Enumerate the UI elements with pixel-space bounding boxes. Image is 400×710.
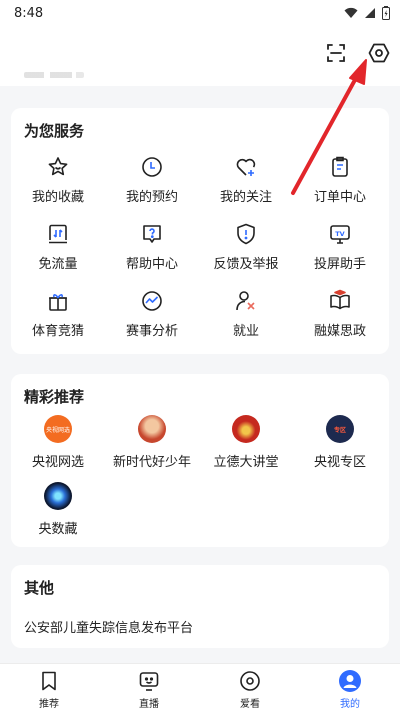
job-icon	[236, 291, 255, 311]
service-orders[interactable]: 订单中心	[293, 155, 387, 205]
cctv-select-logo: 央视网选	[44, 415, 72, 443]
settings-button[interactable]	[366, 40, 392, 66]
service-employment[interactable]: 就业	[199, 289, 293, 339]
rec-cctv-select[interactable]: 央视网选 央视网选	[11, 415, 105, 470]
report-icon	[237, 223, 255, 245]
tab-live[interactable]: 直播	[109, 670, 189, 710]
clipboard-icon	[332, 156, 348, 177]
service-reservations[interactable]: 我的预约	[105, 155, 199, 205]
service-match-analysis[interactable]: 赛事分析	[105, 289, 199, 339]
rec-lide-lecture[interactable]: 立德大讲堂	[199, 415, 293, 470]
analysis-icon	[142, 291, 162, 311]
status-icons	[344, 6, 390, 20]
scan-button[interactable]	[323, 40, 349, 66]
missing-children-link[interactable]: 公安部儿童失踪信息发布平台	[24, 617, 193, 636]
help-icon	[143, 225, 161, 243]
services-title: 为您服务	[24, 122, 85, 140]
book-icon	[330, 289, 350, 310]
service-cast[interactable]: TV 投屏助手	[293, 222, 387, 272]
signal-icon	[365, 8, 375, 18]
recommend-card: 精彩推荐 央视网选 央视网选 新时代好少年 立德大讲堂 专区 央视专区 央数藏	[11, 374, 389, 547]
clock-icon	[142, 157, 162, 177]
tv-cast-icon: TV	[330, 225, 350, 244]
recommend-title: 精彩推荐	[24, 388, 85, 406]
tab-mine[interactable]: 我的	[310, 670, 390, 710]
scrolled-content-remnant	[24, 72, 84, 78]
tab-watch[interactable]: 爱看	[210, 670, 290, 710]
service-help[interactable]: 帮助中心	[105, 222, 199, 272]
data-free-icon	[49, 224, 67, 244]
cctv-zone-logo: 专区	[326, 415, 354, 443]
battery-icon	[382, 6, 390, 20]
user-icon	[339, 670, 361, 692]
rec-good-youth[interactable]: 新时代好少年	[105, 415, 199, 470]
service-data-free[interactable]: 免流量	[11, 222, 105, 272]
live-tv-icon	[139, 672, 159, 691]
lide-lecture-logo	[232, 415, 260, 443]
svg-text:TV: TV	[335, 230, 344, 238]
service-feedback[interactable]: 反馈及举报	[199, 222, 293, 272]
heart-plus-icon	[236, 158, 256, 176]
bottom-tab-bar: 推荐 直播 爱看 我的	[0, 663, 400, 710]
other-card: 其他 公安部儿童失踪信息发布平台	[11, 565, 389, 648]
service-follows[interactable]: 我的关注	[199, 155, 293, 205]
star-icon	[48, 157, 68, 176]
services-card: 为您服务 我的收藏 我的预约 我的关注 订单中心 免流量 帮助中心 反馈及举报 …	[11, 108, 389, 354]
service-civics[interactable]: 融媒思政	[293, 289, 387, 339]
bookmark-icon	[42, 671, 56, 691]
wifi-icon	[344, 7, 358, 18]
service-sports-quiz[interactable]: 体育竞猜	[11, 289, 105, 339]
settings-hexagon-icon	[368, 43, 390, 63]
tab-recommend[interactable]: 推荐	[9, 670, 89, 710]
rec-digital-collection[interactable]: 央数藏	[11, 482, 105, 537]
service-favorites[interactable]: 我的收藏	[11, 155, 105, 205]
status-time: 8:48	[14, 5, 44, 21]
scan-icon	[327, 44, 345, 62]
other-title: 其他	[24, 579, 55, 597]
gift-icon	[49, 294, 67, 311]
rec-cctv-zone[interactable]: 专区 央视专区	[293, 415, 387, 470]
play-circle-icon	[240, 671, 260, 691]
digital-collection-logo	[44, 482, 72, 510]
status-bar: 8:48	[0, 0, 400, 26]
good-youth-logo	[138, 415, 166, 443]
